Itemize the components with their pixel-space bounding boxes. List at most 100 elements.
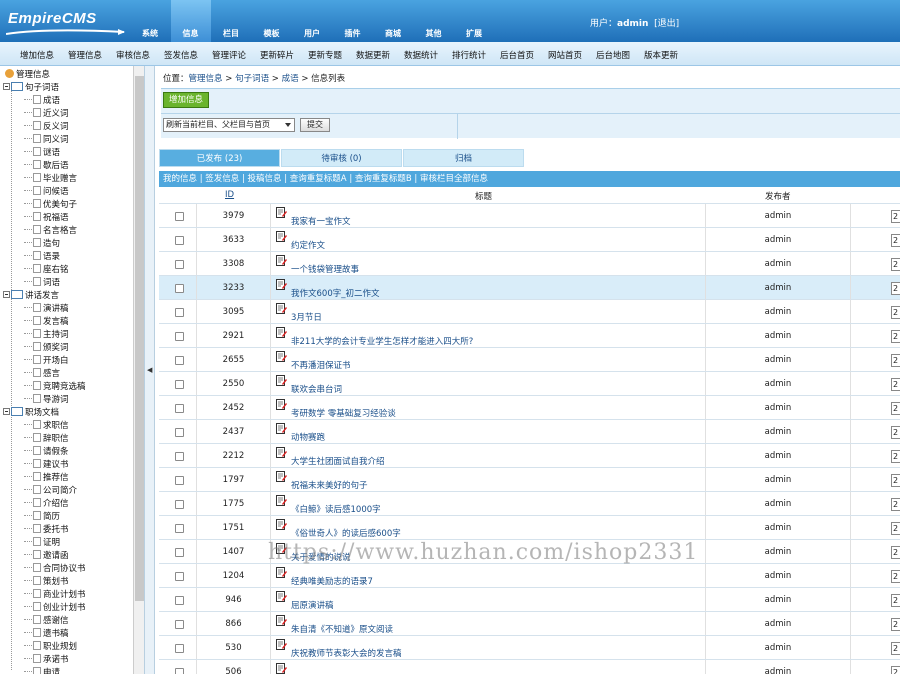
tree-root[interactable]: 管理信息 [5, 69, 50, 82]
nav-info[interactable]: 信息 [170, 0, 211, 42]
collapse-icon[interactable] [3, 83, 10, 90]
scrollbar-thumb[interactable] [135, 76, 144, 601]
tree-item[interactable]: 近义词 [24, 108, 69, 121]
row-checkbox[interactable] [175, 260, 184, 269]
row-title-link[interactable]: 约定作文 [291, 239, 325, 251]
row-title-link[interactable]: 庆祝教师节表彰大会的发言稿 [291, 647, 402, 659]
tree-item[interactable]: 公司简介 [24, 485, 77, 498]
submit-button[interactable]: 提交 [300, 118, 330, 132]
row-checkbox[interactable] [175, 212, 184, 221]
row-order-input[interactable]: 2 [891, 426, 900, 439]
submenu-item[interactable]: 网站首页 [548, 49, 582, 61]
row-title-link[interactable]: 我家有一宝作文 [291, 215, 351, 227]
row-checkbox[interactable] [175, 428, 184, 437]
tree-item[interactable]: 推荐信 [24, 472, 69, 485]
row-order-input[interactable]: 2 [891, 546, 900, 559]
row-checkbox[interactable] [175, 524, 184, 533]
collapse-icon[interactable] [3, 291, 10, 298]
row-checkbox[interactable] [175, 356, 184, 365]
tree-item[interactable]: 颁奖词 [24, 342, 69, 355]
tree-item[interactable]: 证明 [24, 537, 60, 550]
tree-item[interactable]: 谜语 [24, 147, 60, 160]
row-order-input[interactable]: 2 [891, 282, 900, 295]
row-title-link[interactable]: 3月节日 [291, 311, 322, 323]
refresh-select[interactable]: 刷新当前栏目、父栏目与首页 [163, 118, 295, 132]
tree-item[interactable]: 感谢信 [24, 615, 69, 628]
submenu-item[interactable]: 增加信息 [20, 49, 54, 61]
row-order-input[interactable]: 2 [891, 666, 900, 674]
row-checkbox[interactable] [175, 476, 184, 485]
tree-item[interactable]: 策划书 [24, 576, 69, 589]
breadcrumb-item[interactable]: 管理信息 [189, 74, 223, 84]
tree-item[interactable]: 演讲稿 [24, 303, 69, 316]
tree-group[interactable]: 讲话发言 [3, 290, 59, 303]
nav-column[interactable]: 栏目 [211, 0, 251, 42]
row-title-link[interactable]: 朱自清《不知道》原文阅读 [291, 623, 393, 635]
tree-item[interactable]: 承诺书 [24, 654, 69, 667]
tree-item[interactable]: 职业规划 [24, 641, 77, 654]
row-title-link[interactable]: 关于爱情的说说 [291, 551, 351, 563]
tree-item[interactable]: 座右铭 [24, 264, 69, 277]
tree-item[interactable]: 请假条 [24, 446, 69, 459]
tree-item[interactable]: 成语 [24, 95, 60, 108]
row-title-link[interactable]: 动物赛跑 [291, 431, 325, 443]
submenu-item[interactable]: 后台地图 [596, 49, 630, 61]
row-title-link[interactable]: 非211大学的会计专业学生怎样才能进入四大所? [291, 335, 473, 347]
row-order-input[interactable]: 2 [891, 450, 900, 463]
tree-item[interactable]: 建议书 [24, 459, 69, 472]
tree-item[interactable]: 感言 [24, 368, 60, 381]
submenu-item[interactable]: 审核信息 [116, 49, 150, 61]
nav-system[interactable]: 系统 [130, 0, 170, 42]
submenu-item[interactable]: 更新碎片 [260, 49, 294, 61]
tree-item[interactable]: 造句 [24, 238, 60, 251]
row-order-input[interactable]: 2 [891, 378, 900, 391]
tree-item[interactable]: 邀请函 [24, 550, 69, 563]
collapse-icon[interactable] [3, 408, 10, 415]
submenu-item[interactable]: 数据更新 [356, 49, 390, 61]
header-id[interactable]: ID [225, 190, 234, 200]
submenu-item[interactable]: 签发信息 [164, 49, 198, 61]
tree-item[interactable]: 发言稿 [24, 316, 69, 329]
row-checkbox[interactable] [175, 308, 184, 317]
submenu-item[interactable]: 后台首页 [500, 49, 534, 61]
tree-group[interactable]: 职场文档 [3, 407, 59, 420]
tree-item[interactable]: 毕业赠言 [24, 173, 77, 186]
row-order-input[interactable]: 2 [891, 330, 900, 343]
tree-item[interactable]: 竞聘竞选稿 [24, 381, 86, 394]
row-title-link[interactable]: 考研数学 零基础复习经验谈 [291, 407, 396, 419]
nav-other[interactable]: 其他 [414, 0, 454, 42]
tree-item[interactable]: 求职信 [24, 420, 69, 433]
tree-item[interactable]: 祝福语 [24, 212, 69, 225]
row-title-link[interactable]: 一个钱袋管理故事 [291, 263, 359, 275]
row-order-input[interactable]: 2 [891, 354, 900, 367]
tab-2[interactable]: 归档 [403, 149, 524, 167]
tree-item[interactable]: 简历 [24, 511, 60, 524]
sidebar-collapse-bar[interactable]: ◀ [145, 66, 155, 674]
row-title-link[interactable]: 经典唯美励志的语录7 [291, 575, 373, 587]
tree-item[interactable]: 歇后语 [24, 160, 69, 173]
row-order-input[interactable]: 2 [891, 618, 900, 631]
row-checkbox[interactable] [175, 236, 184, 245]
tree-item[interactable]: 同义词 [24, 134, 69, 147]
row-order-input[interactable]: 2 [891, 474, 900, 487]
row-order-input[interactable]: 2 [891, 570, 900, 583]
nav-plugin[interactable]: 插件 [333, 0, 373, 42]
row-title-link[interactable]: 《俗世奇人》的读后感600字 [291, 527, 401, 539]
tree-item[interactable]: 问候语 [24, 186, 69, 199]
tab-1[interactable]: 待审核 (0) [281, 149, 402, 167]
tree-item[interactable]: 申请 [24, 667, 60, 674]
nav-user[interactable]: 用户 [292, 0, 332, 42]
tree-group[interactable]: 句子词语 [3, 82, 59, 95]
filter-links[interactable]: 我的信息 | 签发信息 | 投稿信息 | 查询重复标题A | 查询重复标题B |… [159, 171, 900, 187]
logout-link[interactable]: [退出] [654, 19, 679, 29]
submenu-item[interactable]: 管理信息 [68, 49, 102, 61]
row-order-input[interactable]: 2 [891, 594, 900, 607]
row-order-input[interactable]: 2 [891, 498, 900, 511]
row-title-link[interactable]: 不再潘泪保证书 [291, 359, 351, 371]
tree-item[interactable]: 名言格言 [24, 225, 77, 238]
row-order-input[interactable]: 2 [891, 306, 900, 319]
row-checkbox[interactable] [175, 620, 184, 629]
add-info-button[interactable]: 增加信息 [163, 92, 209, 108]
row-checkbox[interactable] [175, 572, 184, 581]
row-checkbox[interactable] [175, 452, 184, 461]
